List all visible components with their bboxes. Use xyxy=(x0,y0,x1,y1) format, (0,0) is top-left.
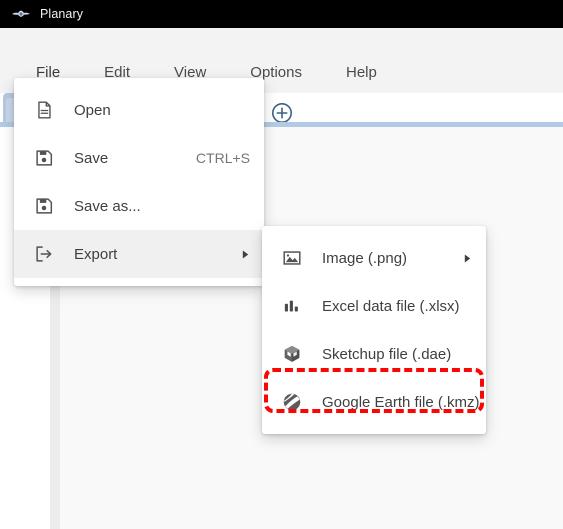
file-menu-item-export[interactable]: Export xyxy=(14,230,264,278)
file-menu-shortcut-save: CTRL+S xyxy=(195,150,250,166)
file-menu-label-save-as: Save as... xyxy=(74,197,141,215)
floppy-disk-icon xyxy=(32,146,56,170)
planary-wings-logo-icon xyxy=(12,10,30,17)
title-bar: Planary xyxy=(0,0,563,28)
file-menu-label-save: Save xyxy=(74,149,109,167)
image-icon xyxy=(280,246,304,270)
bar-chart-icon xyxy=(280,294,304,318)
file-menu-item-save[interactable]: Save CTRL+S xyxy=(14,134,264,182)
export-menu-item-sketchup[interactable]: Sketchup file (.dae) xyxy=(262,330,486,378)
export-menu-item-excel[interactable]: Excel data file (.xlsx) xyxy=(262,282,486,330)
export-menu-label-image: Image (.png) xyxy=(322,249,408,267)
export-menu-item-google-earth[interactable]: Google Earth file (.kmz) xyxy=(262,378,486,426)
application-window: Planary File Edit View Options Help Open… xyxy=(0,0,563,529)
file-menu-item-save-as[interactable]: Save as... xyxy=(14,182,264,230)
file-menu-panel: Open Save CTRL+S Save as... Export xyxy=(14,78,264,286)
plus-circle-icon[interactable] xyxy=(271,102,293,124)
export-menu-label-google-earth: Google Earth file (.kmz) xyxy=(322,393,480,411)
file-menu-item-open[interactable]: Open xyxy=(14,86,264,134)
export-menu-label-excel: Excel data file (.xlsx) xyxy=(322,297,460,315)
sketchup-icon xyxy=(280,342,304,366)
floppy-disk-icon xyxy=(32,194,56,218)
chevron-right-icon xyxy=(462,252,472,264)
document-icon xyxy=(32,98,56,122)
export-arrow-icon xyxy=(32,242,56,266)
chevron-right-icon xyxy=(240,248,250,260)
file-menu-label-open: Open xyxy=(74,101,111,119)
export-submenu-panel: Image (.png) Excel data file (.xlsx) Ske… xyxy=(262,226,486,434)
google-earth-icon xyxy=(280,390,304,414)
export-menu-item-image[interactable]: Image (.png) xyxy=(262,234,486,282)
menu-help[interactable]: Help xyxy=(346,60,377,85)
file-menu-label-export: Export xyxy=(74,245,118,263)
export-menu-label-sketchup: Sketchup file (.dae) xyxy=(322,345,452,363)
window-title: Planary xyxy=(40,6,84,21)
